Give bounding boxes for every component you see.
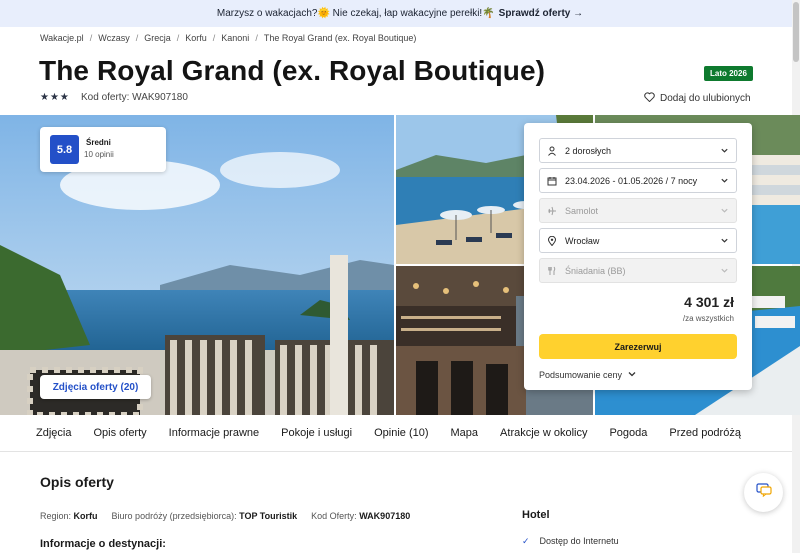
amenity-label: Dostęp do Internetu bbox=[539, 536, 619, 546]
tab-legal-info[interactable]: Informacje prawne bbox=[169, 427, 260, 439]
breadcrumb-link[interactable]: Wakacje.pl bbox=[40, 33, 84, 43]
chevron-down-icon bbox=[720, 206, 729, 217]
region-info: Region: Korfu bbox=[40, 511, 98, 521]
hotel-heading: Hotel bbox=[522, 509, 550, 521]
price-note: /za wszystkich bbox=[682, 314, 734, 323]
breadcrumb-separator: / bbox=[255, 33, 258, 43]
favorites-label: Dodaj do ulubionych bbox=[660, 93, 751, 104]
departure-value: Wrocław bbox=[565, 235, 600, 246]
promo-text: Marzysz o wakacjach?🌞 Nie czekaj, łap wa… bbox=[216, 8, 495, 19]
price-summary-label: Podsumowanie ceny bbox=[539, 370, 623, 380]
booking-panel: 2 dorosłych 23.04.2026 - 01.05.2026 / 7 … bbox=[524, 123, 752, 390]
chevron-down-icon bbox=[720, 176, 729, 187]
tab-map[interactable]: Mapa bbox=[451, 427, 479, 439]
breadcrumb-link[interactable]: Grecja bbox=[144, 33, 171, 43]
offer-code-info: Kod Oferty: WAK907180 bbox=[311, 511, 411, 521]
transport-select[interactable]: Samolot bbox=[539, 198, 737, 223]
chevron-down-icon bbox=[720, 266, 729, 277]
breadcrumb-current: The Royal Grand (ex. Royal Boutique) bbox=[263, 33, 417, 43]
breadcrumb-link[interactable]: Korfu bbox=[185, 33, 207, 43]
description-title: Opis oferty bbox=[40, 474, 114, 490]
page-title: The Royal Grand (ex. Royal Boutique) bbox=[39, 55, 546, 86]
chat-icon bbox=[755, 483, 772, 502]
chat-button[interactable] bbox=[744, 473, 783, 512]
travelers-select[interactable]: 2 dorosłych bbox=[539, 138, 737, 163]
amenity-item: ✓ Dostęp do Internetu bbox=[522, 536, 619, 547]
rating-label: Średni bbox=[86, 138, 111, 147]
travelers-value: 2 dorosłych bbox=[565, 145, 612, 156]
tab-photos[interactable]: Zdjęcia bbox=[36, 427, 71, 439]
chevron-down-icon bbox=[627, 369, 637, 381]
breadcrumb-separator: / bbox=[135, 33, 139, 43]
agency-info: Biuro podróży (przedsiębiorca): TOP Tour… bbox=[111, 511, 298, 521]
tab-weather[interactable]: Pogoda bbox=[609, 427, 647, 439]
promo-banner[interactable]: Marzysz o wakacjach?🌞 Nie czekaj, łap wa… bbox=[0, 0, 800, 27]
hotel-stars: ★★★ bbox=[40, 92, 70, 103]
promo-cta-link[interactable]: Sprawdź oferty → bbox=[499, 8, 583, 19]
check-icon: ✓ bbox=[522, 536, 530, 546]
tab-offer-description[interactable]: Opis oferty bbox=[93, 427, 146, 439]
offer-code: Kod oferty: WAK907180 bbox=[81, 92, 188, 103]
chevron-down-icon bbox=[720, 236, 729, 247]
breadcrumb-separator: / bbox=[89, 33, 93, 43]
season-badge: Lato 2026 bbox=[704, 66, 753, 81]
tab-rooms-services[interactable]: Pokoje i usługi bbox=[281, 427, 352, 439]
location-pin-icon bbox=[546, 235, 557, 246]
calendar-icon bbox=[546, 176, 557, 186]
agency-value: TOP Touristik bbox=[239, 511, 298, 521]
cutlery-icon bbox=[546, 266, 557, 276]
breadcrumb: Wakacje.pl / Wczasy / Grecja / Korfu / Kanon… bbox=[40, 33, 416, 43]
dates-value: 23.04.2026 - 01.05.2026 / 7 nocy bbox=[565, 175, 698, 186]
scrollbar-thumb[interactable] bbox=[793, 2, 799, 62]
destination-heading: Informacje o destynacji: bbox=[40, 538, 166, 550]
tab-nearby-attractions[interactable]: Atrakcje w okolicy bbox=[500, 427, 587, 439]
person-icon bbox=[546, 146, 557, 156]
price-summary-toggle[interactable]: Podsumowanie ceny bbox=[539, 369, 637, 381]
offer-code-value: WAK907180 bbox=[359, 511, 411, 521]
chevron-down-icon bbox=[720, 146, 729, 157]
board-value: Śniadania (BB) bbox=[565, 265, 626, 276]
board-select[interactable]: Śniadania (BB) bbox=[539, 258, 737, 283]
breadcrumb-separator: / bbox=[176, 33, 180, 43]
rating-count: 10 opinii bbox=[84, 150, 114, 159]
rating-card[interactable]: 5.8 Średni 10 opinii bbox=[40, 127, 166, 172]
transport-value: Samolot bbox=[565, 205, 599, 216]
region-value: Korfu bbox=[73, 511, 98, 521]
plane-icon bbox=[546, 206, 557, 216]
breadcrumb-link[interactable]: Wczasy bbox=[98, 33, 130, 43]
rating-score: 5.8 bbox=[50, 135, 79, 164]
section-nav: Zdjęcia Opis oferty Informacje prawne Po… bbox=[0, 415, 792, 452]
view-photos-button[interactable]: Zdjęcia oferty (20) bbox=[40, 375, 151, 399]
tab-before-trip[interactable]: Przed podróżą bbox=[669, 427, 741, 439]
add-to-favorites-button[interactable]: Dodaj do ulubionych bbox=[644, 92, 751, 105]
departure-select[interactable]: Wrocław bbox=[539, 228, 737, 253]
dates-select[interactable]: 23.04.2026 - 01.05.2026 / 7 nocy bbox=[539, 168, 737, 193]
breadcrumb-separator: / bbox=[212, 33, 216, 43]
breadcrumb-link[interactable]: Kanoni bbox=[221, 33, 249, 43]
total-price: 4 301 zł bbox=[684, 294, 734, 310]
reserve-button[interactable]: Zarezerwuj bbox=[539, 334, 737, 359]
heart-icon bbox=[644, 92, 655, 105]
offer-meta: Region: Korfu Biuro podróży (przedsiębio… bbox=[40, 511, 410, 521]
tab-reviews[interactable]: Opinie (10) bbox=[374, 427, 428, 439]
